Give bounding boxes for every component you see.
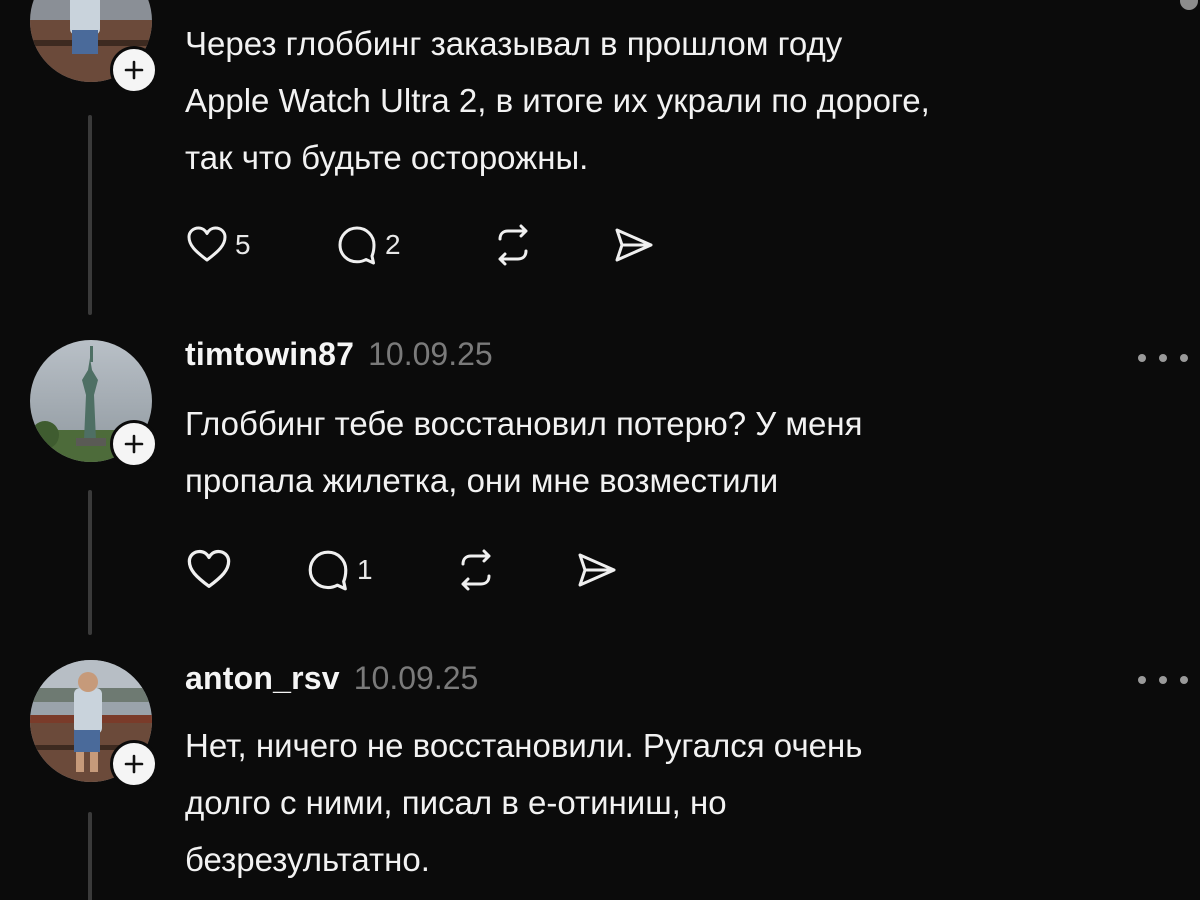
follow-button[interactable] (110, 420, 158, 468)
like-count: 5 (235, 229, 251, 260)
reply-count: 2 (385, 229, 401, 260)
send-icon (615, 228, 653, 262)
more-dots-icon (1138, 676, 1146, 684)
more-dots-icon (1180, 354, 1188, 362)
share-button[interactable] (610, 220, 656, 270)
comment-date: 10.09.25 (353, 660, 479, 696)
comment-text: Глоббинг тебе восстановил потерю? У меня… (185, 395, 1195, 509)
username[interactable]: timtowin87 (185, 336, 354, 373)
follow-button[interactable] (110, 46, 158, 94)
comment-line: долго с ними, писал в е-отиниш, но (185, 784, 727, 821)
reply-button[interactable]: 1 (305, 545, 373, 595)
like-button[interactable] (185, 545, 233, 595)
reply-button[interactable]: 2 (335, 220, 401, 270)
repost-icon (461, 549, 491, 591)
more-dots-icon (1138, 354, 1146, 362)
comment-date: 10.09.25 (368, 336, 493, 372)
more-dots-icon (1159, 676, 1167, 684)
thread-line (88, 490, 92, 635)
comment-line: пропала жилетка, они мне возместили (185, 462, 779, 499)
comment-text: Через глоббинг заказывал в прошлом году … (185, 15, 1195, 186)
like-button[interactable]: 5 (185, 220, 251, 270)
comment-line: безрезультатно. (185, 841, 430, 878)
send-icon (578, 553, 616, 587)
thread-line (88, 812, 92, 900)
comment-line: Глоббинг тебе восстановил потерю? У меня (185, 405, 863, 442)
comment-header: anton_rsv 10.09.25 (185, 660, 478, 697)
more-button[interactable] (1138, 670, 1188, 690)
comment-line: Через глоббинг заказывал в прошлом году (185, 25, 843, 62)
comment-bubble-icon (338, 226, 376, 265)
comment-header: timtowin87 10.09.25 (185, 336, 493, 373)
thread-line (88, 115, 92, 315)
more-dots-icon[interactable] (1180, 0, 1198, 10)
heart-icon (187, 226, 227, 262)
reply-count: 1 (357, 554, 373, 585)
comment-text: Нет, ничего не восстановили. Ругался оче… (185, 717, 1195, 888)
heart-icon (187, 549, 231, 588)
more-dots-icon (1159, 354, 1167, 362)
share-button[interactable] (573, 545, 619, 595)
plus-icon (124, 434, 144, 454)
repost-button[interactable] (490, 220, 536, 270)
more-button[interactable] (1138, 348, 1188, 368)
username[interactable]: anton_rsv (185, 660, 340, 697)
plus-icon (124, 754, 144, 774)
comment-line: Apple Watch Ultra 2, в итоге их украли п… (185, 82, 930, 119)
plus-icon (124, 60, 144, 80)
follow-button[interactable] (110, 740, 158, 788)
repost-button[interactable] (453, 545, 499, 595)
comment-line: так что будьте осторожны. (185, 139, 589, 176)
more-dots-icon (1180, 676, 1188, 684)
comment-line: Нет, ничего не восстановили. Ругался оче… (185, 727, 863, 764)
repost-icon (498, 224, 528, 266)
comment-bubble-icon (308, 550, 348, 591)
